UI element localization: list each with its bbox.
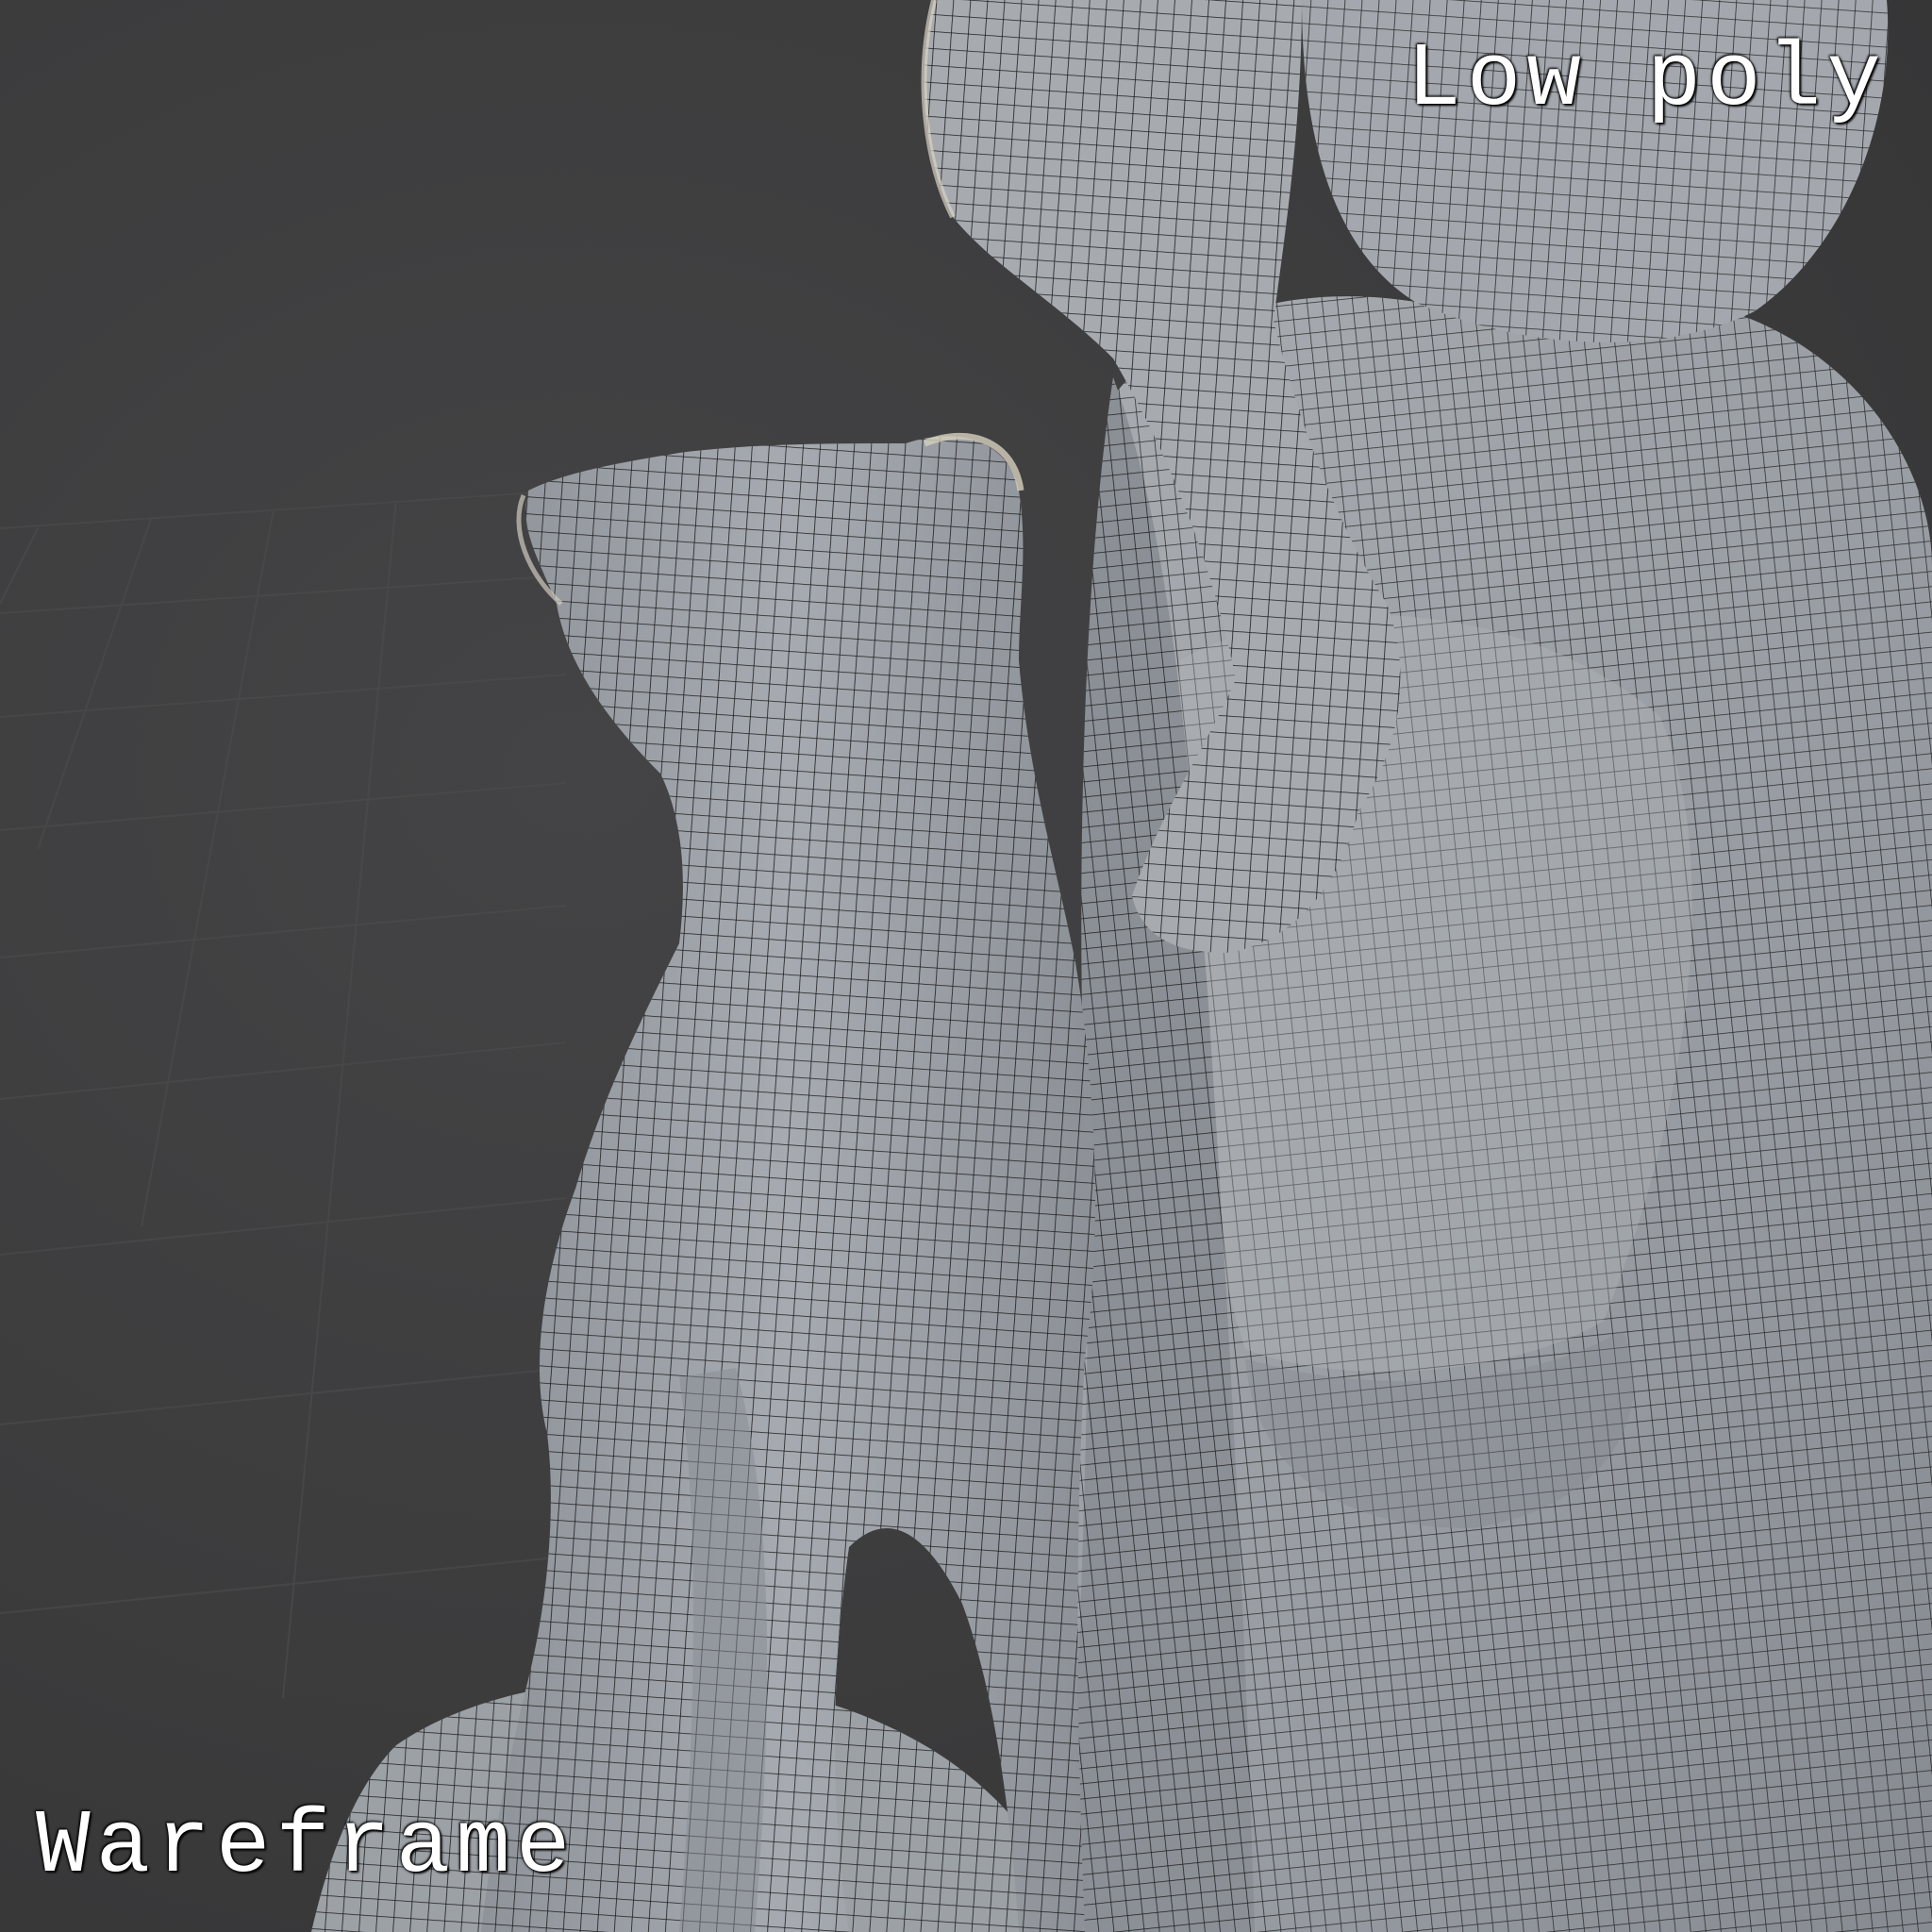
wireframe-label: Wareframe — [36, 1795, 576, 1898]
low-poly-label: Low poly — [1407, 28, 1887, 131]
3d-viewport[interactable]: Low poly Wareframe — [0, 0, 1932, 1932]
dog-figure — [481, 432, 1095, 1932]
render-canvas — [0, 0, 1932, 1932]
floor-grid — [0, 490, 567, 1699]
